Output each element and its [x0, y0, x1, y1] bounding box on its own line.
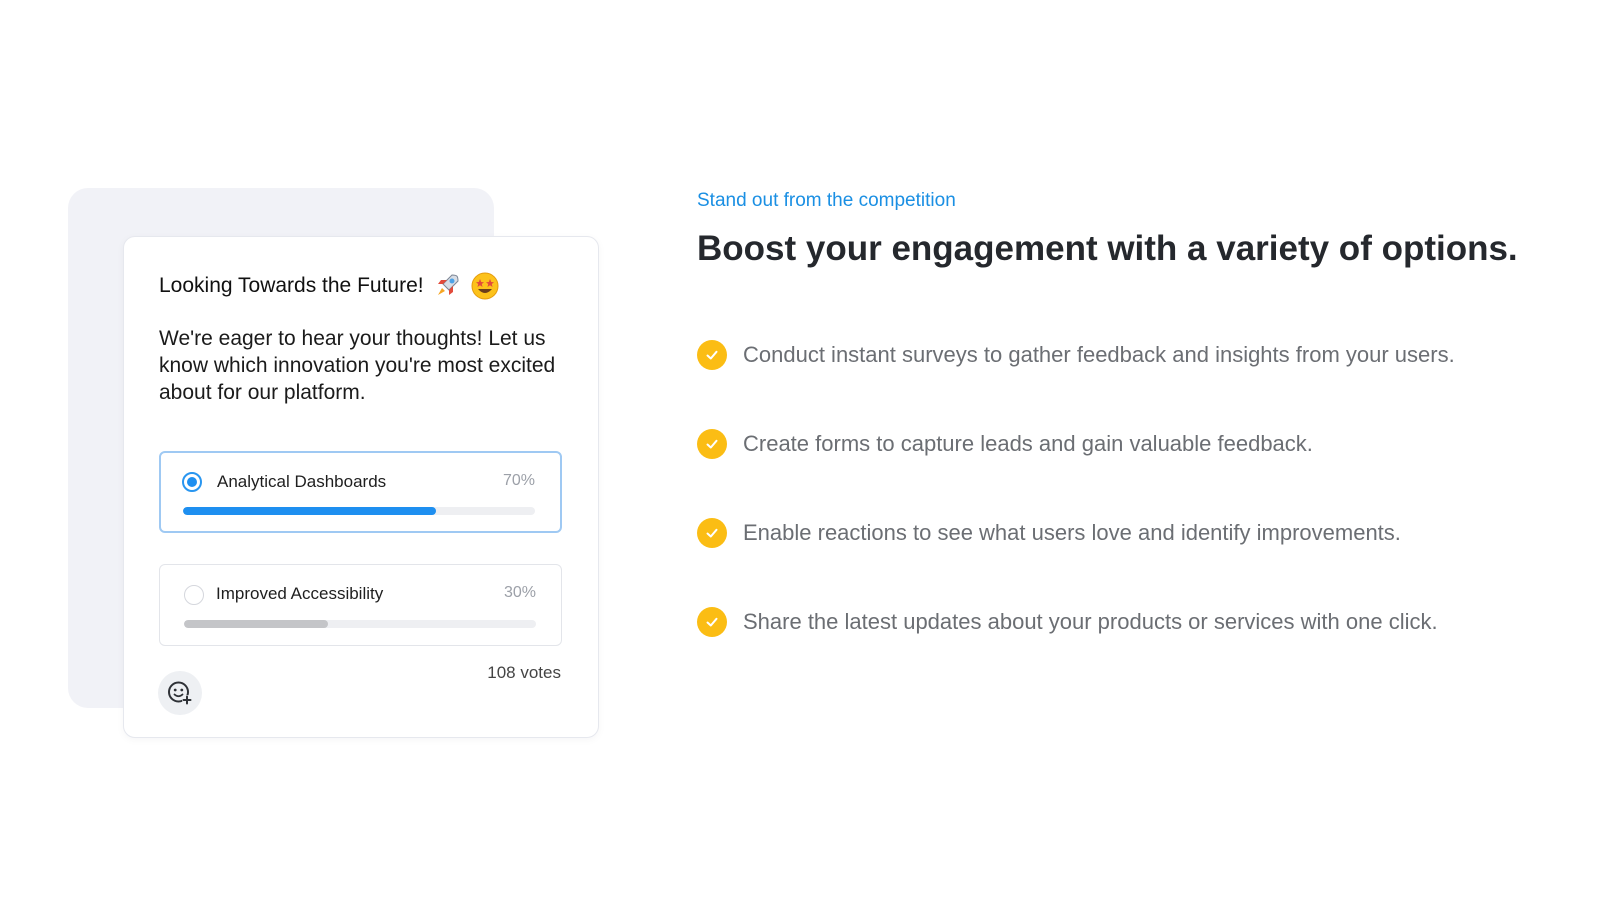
check-circle-icon — [697, 607, 727, 637]
progress-track — [184, 620, 536, 628]
add-reaction-button[interactable] — [158, 671, 202, 715]
feature-text: Conduct instant surveys to gather feedba… — [743, 342, 1455, 367]
poll-title: Looking Towards the Future! — [159, 271, 500, 301]
check-circle-icon — [697, 340, 727, 370]
feature-item: Conduct instant surveys to gather feedba… — [697, 340, 1455, 370]
feature-text: Create forms to capture leads and gain v… — [743, 431, 1313, 456]
progress-track — [183, 507, 535, 515]
radio-selected[interactable] — [182, 472, 202, 492]
progress-fill — [183, 507, 437, 515]
poll-card: Looking Towards the Future! We're eager … — [123, 236, 599, 738]
add-reaction-icon — [168, 681, 192, 705]
progress-fill — [184, 620, 329, 628]
poll-option-analytical-dashboards[interactable]: Analytical Dashboards 70% — [159, 451, 562, 533]
feature-item: Share the latest updates about your prod… — [697, 607, 1438, 637]
check-circle-icon — [697, 429, 727, 459]
feature-text: Enable reactions to see what users love … — [743, 520, 1401, 545]
radio-unselected[interactable] — [184, 585, 204, 605]
star-struck-face-icon — [470, 271, 500, 301]
poll-title-text: Looking Towards the Future! — [159, 274, 424, 297]
eyebrow-text: Stand out from the competition — [697, 190, 956, 211]
poll-description: We're eager to hear your thoughts! Let u… — [159, 327, 556, 404]
option-percent: 30% — [503, 584, 536, 601]
option-percent: 70% — [502, 472, 535, 489]
vote-count: 108 votes — [487, 663, 561, 682]
rocket-icon — [432, 271, 462, 301]
option-label: Analytical Dashboards — [217, 472, 387, 491]
feature-text: Share the latest updates about your prod… — [743, 609, 1438, 634]
feature-item: Enable reactions to see what users love … — [697, 518, 1401, 548]
option-label: Improved Accessibility — [216, 584, 384, 603]
check-circle-icon — [697, 518, 727, 548]
poll-option-improved-accessibility[interactable]: Improved Accessibility 30% — [159, 564, 562, 646]
feature-item: Create forms to capture leads and gain v… — [697, 429, 1313, 459]
headline: Boost your engagement with a variety of … — [697, 229, 1518, 268]
